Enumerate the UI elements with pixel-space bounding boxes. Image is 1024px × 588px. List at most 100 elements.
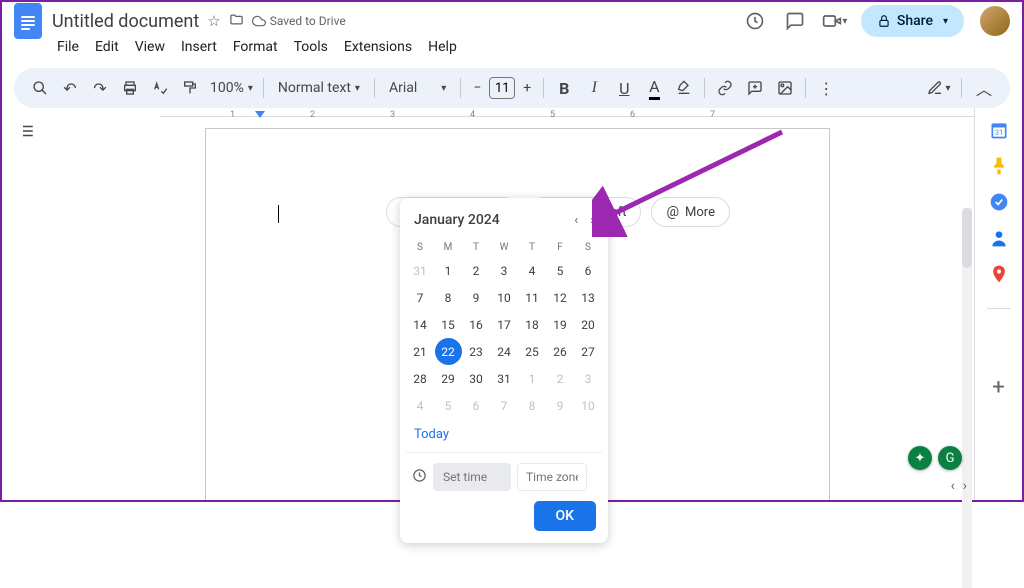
maps-icon[interactable] [989, 264, 1009, 284]
day-13[interactable]: 13 [575, 284, 602, 311]
day-30[interactable]: 30 [463, 365, 490, 392]
spellcheck-icon[interactable] [146, 74, 174, 102]
day-21[interactable]: 21 [407, 338, 434, 365]
paint-format-icon[interactable] [176, 74, 204, 102]
underline-icon[interactable]: U [610, 74, 638, 102]
day-10[interactable]: 10 [491, 284, 518, 311]
menu-format[interactable]: Format [226, 36, 285, 58]
day-next-8[interactable]: 8 [519, 392, 546, 419]
ok-button[interactable]: OK [534, 501, 597, 531]
zoom-select[interactable]: 100%▾ [206, 80, 257, 96]
day-11[interactable]: 11 [519, 284, 546, 311]
search-icon[interactable] [26, 74, 54, 102]
keep-icon[interactable] [989, 156, 1009, 176]
calendar-icon[interactable]: 31 [989, 120, 1009, 140]
day-1[interactable]: 1 [435, 257, 462, 284]
day-2[interactable]: 2 [463, 257, 490, 284]
add-comment-icon[interactable] [741, 74, 769, 102]
print-icon[interactable] [116, 74, 144, 102]
day-18[interactable]: 18 [519, 311, 546, 338]
decrease-font-icon[interactable]: − [467, 78, 487, 98]
history-icon[interactable] [741, 7, 769, 35]
editing-mode-icon[interactable]: ▾ [925, 74, 953, 102]
day-next-10[interactable]: 10 [575, 392, 602, 419]
day-next-6[interactable]: 6 [463, 392, 490, 419]
collapse-icon[interactable]: ︿ [970, 74, 998, 102]
menu-help[interactable]: Help [421, 36, 464, 58]
day-8[interactable]: 8 [435, 284, 462, 311]
comment-icon[interactable] [781, 7, 809, 35]
day-next-7[interactable]: 7 [491, 392, 518, 419]
move-icon[interactable] [229, 12, 244, 31]
doc-title[interactable]: Untitled document [52, 11, 199, 32]
grammarly-icon-1[interactable]: ✦ [908, 446, 932, 470]
day-next-4[interactable]: 4 [407, 392, 434, 419]
today-link[interactable]: Today [406, 419, 602, 442]
day-next-1[interactable]: 1 [519, 365, 546, 392]
day-9[interactable]: 9 [463, 284, 490, 311]
highlight-icon[interactable] [670, 74, 698, 102]
day-next-3[interactable]: 3 [575, 365, 602, 392]
explore-toggle[interactable]: ‹ › [951, 478, 967, 494]
bold-icon[interactable]: B [550, 74, 578, 102]
day-26[interactable]: 26 [547, 338, 574, 365]
text-color-icon[interactable]: A [640, 74, 668, 102]
share-button[interactable]: Share ▾ [861, 5, 964, 37]
day-24[interactable]: 24 [491, 338, 518, 365]
italic-icon[interactable]: I [580, 74, 608, 102]
day-19[interactable]: 19 [547, 311, 574, 338]
menu-file[interactable]: File [50, 36, 86, 58]
day-5[interactable]: 5 [547, 257, 574, 284]
day-next-5[interactable]: 5 [435, 392, 462, 419]
docs-logo[interactable] [14, 3, 42, 39]
day-31[interactable]: 31 [491, 365, 518, 392]
day-17[interactable]: 17 [491, 311, 518, 338]
day-12[interactable]: 12 [547, 284, 574, 311]
day-3[interactable]: 3 [491, 257, 518, 284]
day-next-2[interactable]: 2 [547, 365, 574, 392]
day-27[interactable]: 27 [575, 338, 602, 365]
outline-icon[interactable] [17, 122, 35, 145]
day-prev-31[interactable]: 31 [407, 257, 434, 284]
chip-more[interactable]: @ More [651, 197, 730, 227]
scrollbar-vertical[interactable] [962, 208, 972, 588]
insert-link-icon[interactable] [711, 74, 739, 102]
increase-font-icon[interactable]: + [517, 78, 537, 98]
menu-edit[interactable]: Edit [88, 36, 126, 58]
get-addons-icon[interactable]: + [992, 375, 1004, 400]
font-select[interactable]: Arial▾ [381, 80, 454, 96]
menu-tools[interactable]: Tools [287, 36, 335, 58]
day-15[interactable]: 15 [435, 311, 462, 338]
insert-image-icon[interactable] [771, 74, 799, 102]
day-next-9[interactable]: 9 [547, 392, 574, 419]
font-size-input[interactable] [489, 77, 515, 99]
undo-icon[interactable]: ↶ [56, 74, 84, 102]
menu-extensions[interactable]: Extensions [337, 36, 419, 58]
meet-icon[interactable]: ▾ [821, 7, 849, 35]
day-23[interactable]: 23 [463, 338, 490, 365]
day-6[interactable]: 6 [575, 257, 602, 284]
set-time-input[interactable] [433, 463, 511, 491]
menu-insert[interactable]: Insert [174, 36, 224, 58]
next-month-icon[interactable]: › [590, 213, 594, 228]
grammarly-icon-2[interactable]: G [938, 446, 962, 470]
menu-view[interactable]: View [128, 36, 172, 58]
redo-icon[interactable]: ↷ [86, 74, 114, 102]
day-4[interactable]: 4 [519, 257, 546, 284]
day-14[interactable]: 14 [407, 311, 434, 338]
contacts-icon[interactable] [989, 228, 1009, 248]
timezone-input[interactable] [517, 463, 587, 491]
day-16[interactable]: 16 [463, 311, 490, 338]
star-icon[interactable]: ☆ [207, 12, 220, 30]
tasks-icon[interactable] [989, 192, 1009, 212]
day-29[interactable]: 29 [435, 365, 462, 392]
day-22-selected[interactable]: 22 [435, 338, 462, 365]
paragraph-style-select[interactable]: Normal text▾ [270, 80, 368, 96]
avatar[interactable] [980, 6, 1010, 36]
day-25[interactable]: 25 [519, 338, 546, 365]
day-7[interactable]: 7 [407, 284, 434, 311]
more-options-icon[interactable]: ⋮ [812, 74, 840, 102]
day-28[interactable]: 28 [407, 365, 434, 392]
prev-month-icon[interactable]: ‹ [574, 213, 578, 228]
day-20[interactable]: 20 [575, 311, 602, 338]
